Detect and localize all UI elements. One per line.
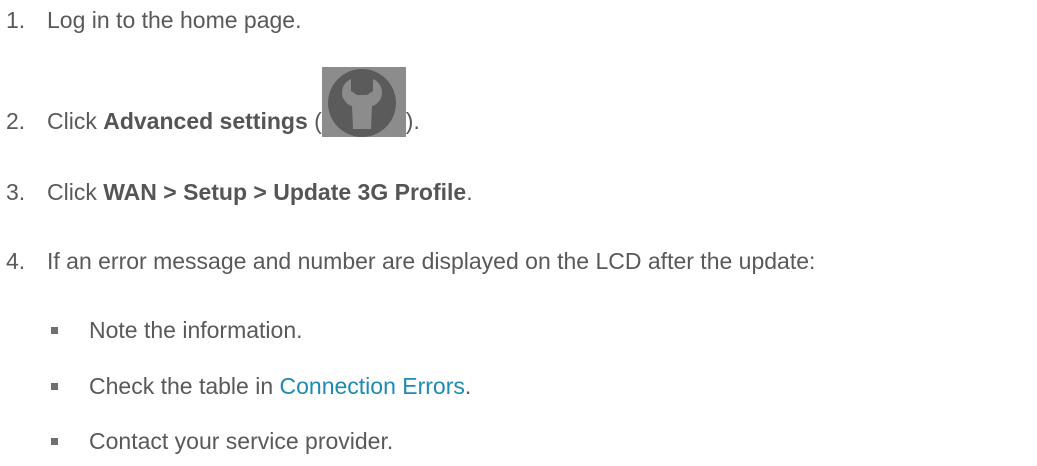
- square-bullet-icon: [51, 383, 58, 390]
- wrench-icon: [321, 66, 406, 137]
- step-text: Click Advanced settings ( ).: [47, 66, 420, 137]
- step-number: 1.: [6, 7, 26, 33]
- step-text: If an error message and number are displ…: [47, 248, 816, 274]
- step-suffix: .: [466, 179, 473, 205]
- sub-item-text: Note the information.: [89, 317, 303, 343]
- sub-item-text: Contact your service provider.: [89, 428, 394, 454]
- connection-errors-link[interactable]: Connection Errors: [280, 373, 465, 399]
- step-number: 4.: [6, 248, 26, 274]
- square-bullet-icon: [51, 438, 58, 445]
- sub-item-suffix: .: [464, 373, 472, 399]
- close-paren: ).: [405, 108, 420, 134]
- step-number: 2.: [6, 108, 26, 134]
- menu-path: WAN > Setup > Update 3G Profile: [103, 179, 467, 205]
- sub-item-prefix: Check the table in: [89, 373, 280, 399]
- step-prefix: Click: [47, 179, 104, 205]
- step-number: 3.: [6, 179, 26, 205]
- step-text: Click WAN > Setup > Update 3G Profile.: [47, 178, 473, 206]
- open-paren: (: [307, 108, 322, 134]
- step-prefix: Click: [47, 108, 104, 134]
- advanced-settings-label: Advanced settings: [103, 108, 308, 134]
- square-bullet-icon: [51, 327, 58, 334]
- step-text: Log in to the home page.: [47, 7, 302, 33]
- sub-item-text: Check the table in Connection Errors.: [89, 372, 471, 400]
